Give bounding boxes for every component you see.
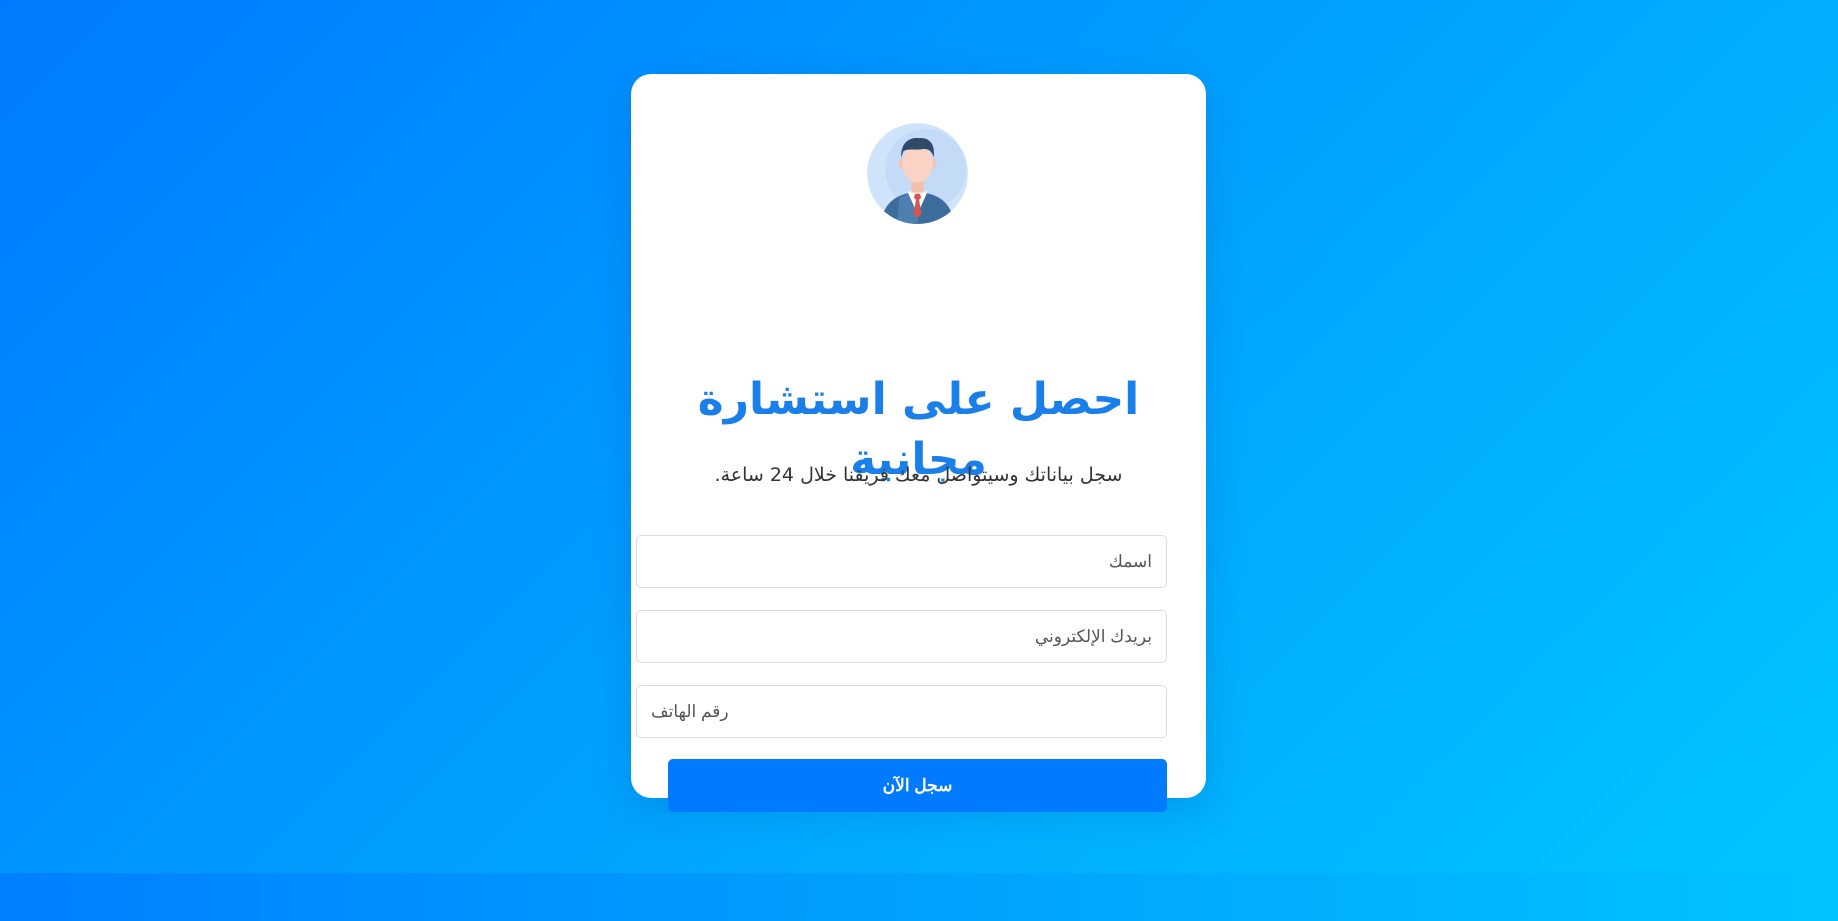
- form-subtitle: سجل بياناتك وسيتواصل معك فريقنا خلال 24 …: [714, 464, 1123, 486]
- submit-button[interactable]: سجل الآن: [668, 759, 1167, 812]
- phone-input[interactable]: [636, 685, 1167, 738]
- footer-band: [0, 873, 1838, 921]
- businessman-avatar-icon: [867, 123, 968, 224]
- email-input[interactable]: [636, 610, 1167, 663]
- name-input[interactable]: [636, 535, 1167, 588]
- consultation-form-card: احصل على استشارة مجانية سجل بياناتك وسيت…: [631, 74, 1206, 812]
